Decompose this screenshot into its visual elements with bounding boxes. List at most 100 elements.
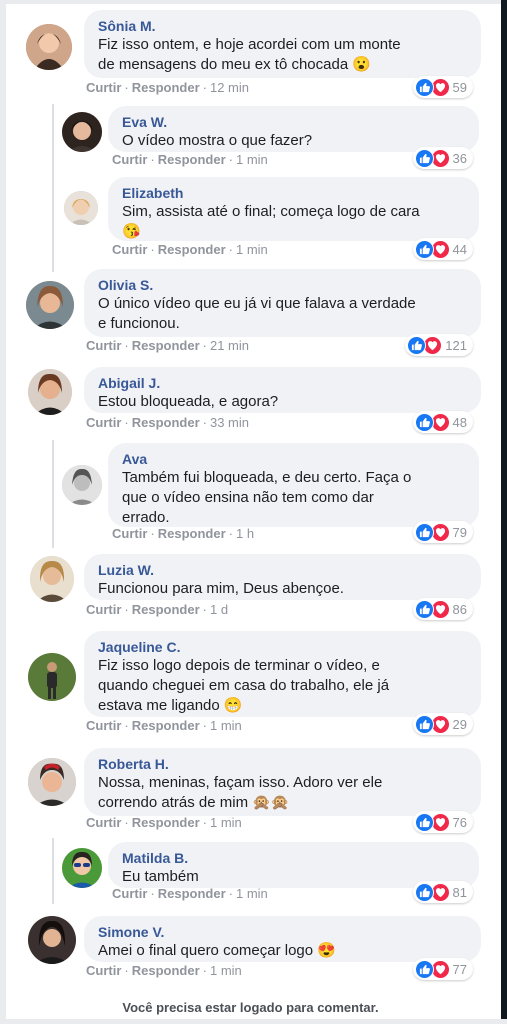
reply-link[interactable]: Responder — [132, 602, 200, 617]
avatar[interactable] — [26, 281, 74, 329]
comment-bubble: Roberta H. Nossa, meninas, façam isso. A… — [84, 748, 481, 816]
comment-time: 1 min — [235, 886, 268, 901]
like-link[interactable]: Curtir — [112, 242, 147, 257]
like-link[interactable]: Curtir — [86, 718, 121, 733]
comment-author[interactable]: Luzia W. — [98, 561, 467, 579]
avatar[interactable] — [28, 369, 72, 415]
comment-author[interactable]: Jaqueline C. — [98, 638, 467, 656]
comment: Roberta H. Nossa, meninas, façam isso. A… — [0, 748, 501, 838]
like-link[interactable]: Curtir — [86, 415, 121, 430]
comment-text: Fiz isso logo depois de terminar o vídeo… — [98, 657, 380, 674]
comment-author[interactable]: Olivia S. — [98, 276, 467, 294]
comment-bubble: Sônia M. Fiz isso ontem, e hoje acordei … — [84, 10, 481, 78]
thumbs-up-icon — [414, 239, 434, 259]
frame-right — [501, 0, 507, 1024]
like-link[interactable]: Curtir — [86, 80, 121, 95]
login-required-notice: Você precisa estar logado para comentar. — [122, 1000, 379, 1015]
like-link[interactable]: Curtir — [112, 886, 147, 901]
comment-actions: Curtir · Responder · 1 min — [86, 718, 242, 733]
reply-link[interactable]: Responder — [158, 242, 226, 257]
reactions-badge[interactable]: 86 — [412, 598, 473, 620]
reactions-badge[interactable]: 29 — [412, 713, 473, 735]
comment-time: 1 h — [235, 526, 255, 541]
avatar[interactable] — [30, 556, 74, 602]
reply-link[interactable]: Responder — [132, 338, 200, 353]
avatar[interactable] — [28, 758, 76, 806]
like-link[interactable]: Curtir — [86, 338, 121, 353]
comment-text: Funcionou para mim, Deus abençoe. — [98, 580, 344, 597]
comment-text: Sim, assista até o final; começa logo de… — [122, 203, 420, 220]
comment-actions: Curtir · Responder · 1 min — [86, 963, 242, 978]
comment-text: Nossa, meninas, façam isso. Adoro ver el… — [98, 774, 383, 791]
reply-link[interactable]: Responder — [132, 718, 200, 733]
reply-link[interactable]: Responder — [158, 526, 226, 541]
comment: Abigail J. Estou bloqueada, e agora? Cur… — [0, 367, 501, 437]
reactions-badge[interactable]: 48 — [412, 411, 473, 433]
comment-text: 😘 — [122, 223, 141, 240]
reaction-count: 36 — [452, 150, 467, 166]
reaction-count: 77 — [452, 961, 467, 977]
reactions-badge[interactable]: 77 — [412, 958, 473, 980]
reactions-badge[interactable]: 76 — [412, 811, 473, 833]
comment-bubble: Simone V. Amei o final quero começar log… — [84, 916, 481, 962]
comment-author[interactable]: Elizabeth — [122, 184, 465, 202]
reply-link[interactable]: Responder — [132, 815, 200, 830]
reaction-count: 121 — [445, 337, 467, 353]
comment-text: O único vídeo que eu já vi que falava a … — [98, 295, 416, 312]
reactions-badge[interactable]: 44 — [412, 238, 473, 260]
comment-time: 1 min — [209, 815, 242, 830]
heart-icon — [423, 335, 443, 355]
like-link[interactable]: Curtir — [112, 526, 147, 541]
comment-bubble: Eva W. O vídeo mostra o que fazer? — [108, 106, 479, 152]
comment-time: 1 min — [209, 963, 242, 978]
thumbs-up-icon — [414, 714, 434, 734]
comment-actions: Curtir · Responder · 12 min — [86, 80, 250, 95]
comment-text: que o vídeo ensina não tem como dar — [122, 489, 374, 506]
reply-link[interactable]: Responder — [158, 152, 226, 167]
comment-author[interactable]: Eva W. — [122, 113, 465, 131]
comment-actions: Curtir · Responder · 1 d — [86, 602, 229, 617]
comment-text: Também fui bloqueada, e deu certo. Faça … — [122, 469, 412, 486]
comment-text: O vídeo mostra o que fazer? — [122, 132, 313, 149]
reactions-badge[interactable]: 59 — [412, 76, 473, 98]
thumbs-up-icon — [414, 148, 434, 168]
comment-bubble: Abigail J. Estou bloqueada, e agora? — [84, 367, 481, 413]
reply-link[interactable]: Responder — [132, 80, 200, 95]
comment: Jaqueline C. Fiz isso logo depois de ter… — [0, 631, 501, 741]
avatar[interactable] — [62, 112, 102, 152]
like-link[interactable]: Curtir — [86, 602, 121, 617]
comment-author[interactable]: Abigail J. — [98, 374, 467, 392]
avatar[interactable] — [62, 465, 102, 505]
reaction-count: 44 — [452, 241, 467, 257]
comment: Simone V. Amei o final quero começar log… — [0, 916, 501, 986]
avatar[interactable] — [28, 653, 76, 701]
reply-link[interactable]: Responder — [158, 886, 226, 901]
like-link[interactable]: Curtir — [112, 152, 147, 167]
avatar[interactable] — [28, 916, 76, 964]
avatar[interactable] — [62, 848, 102, 888]
reactions-badge[interactable]: 121 — [405, 334, 473, 356]
comment-author[interactable]: Roberta H. — [98, 755, 467, 773]
comment-text: Fiz isso ontem, e hoje acordei com um mo… — [98, 36, 401, 53]
reaction-count: 86 — [452, 601, 467, 617]
reply-link[interactable]: Responder — [132, 963, 200, 978]
comment-bubble: Olivia S. O único vídeo que eu já vi que… — [84, 269, 481, 337]
avatar[interactable] — [64, 191, 98, 225]
comment-actions: Curtir · Responder · 33 min — [86, 415, 250, 430]
comment-bubble: Luzia W. Funcionou para mim, Deus abenço… — [84, 554, 481, 600]
avatar[interactable] — [26, 24, 72, 70]
comment-author[interactable]: Matilda B. — [122, 849, 465, 867]
comment-reply: Matilda B. Eu também Curtir · Responder · 1 … — [0, 842, 501, 908]
reactions-badge[interactable]: 81 — [412, 881, 473, 903]
reply-link[interactable]: Responder — [132, 415, 200, 430]
comment-author[interactable]: Simone V. — [98, 923, 467, 941]
like-link[interactable]: Curtir — [86, 963, 121, 978]
comment-time: 33 min — [209, 415, 250, 430]
comment-author[interactable]: Ava — [122, 450, 465, 468]
reactions-badge[interactable]: 36 — [412, 147, 473, 169]
comment-author[interactable]: Sônia M. — [98, 17, 467, 35]
reactions-badge[interactable]: 79 — [412, 521, 473, 543]
like-link[interactable]: Curtir — [86, 815, 121, 830]
reaction-count: 81 — [452, 884, 467, 900]
thumbs-up-icon — [414, 412, 434, 432]
